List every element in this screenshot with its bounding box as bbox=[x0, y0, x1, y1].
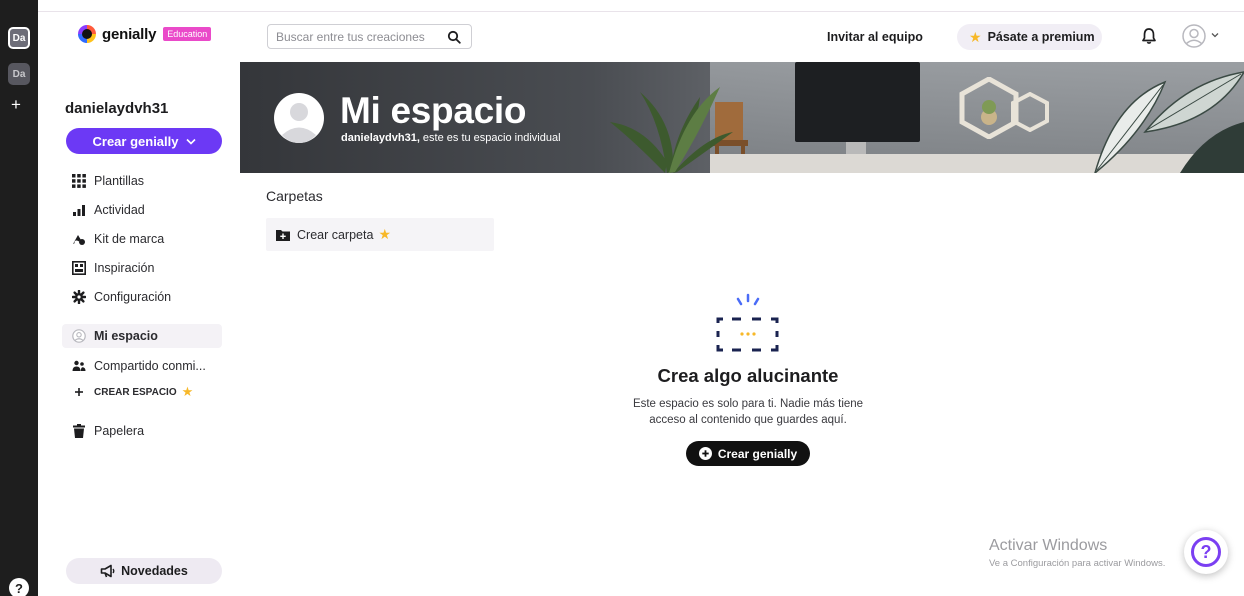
sidebar-item-create-space[interactable]: CREAR ESPACIO ★ bbox=[72, 384, 193, 400]
bell-icon[interactable] bbox=[1141, 27, 1157, 45]
sidebar-item-inspiration[interactable]: Inspiración bbox=[72, 261, 154, 275]
inspiration-icon bbox=[72, 261, 86, 275]
create-genially-label: Crear genially bbox=[92, 133, 179, 149]
sidebar-item-my-space[interactable]: Mi espacio bbox=[62, 324, 222, 348]
empty-state-title: Crea algo alucinante bbox=[657, 365, 839, 386]
sidebar-item-label: Kit de marca bbox=[94, 232, 165, 246]
top-bar: genially Education Buscar entre tus crea… bbox=[38, 12, 1244, 62]
star-icon: ★ bbox=[969, 28, 982, 45]
people-icon bbox=[72, 359, 86, 373]
page-subtitle: danielaydvh31, este es tu espacio indivi… bbox=[341, 132, 561, 144]
bar-chart-icon bbox=[72, 203, 86, 217]
create-genially-main-label: Crear genially bbox=[717, 446, 798, 461]
sidebar-item-settings[interactable]: Configuración bbox=[72, 290, 171, 304]
create-folder-label: Crear carpeta bbox=[297, 227, 374, 242]
premium-label: Pásate a premium bbox=[987, 30, 1095, 44]
sidebar-item-label: Configuración bbox=[94, 290, 172, 304]
search-input[interactable]: Buscar entre tus creaciones bbox=[276, 30, 447, 44]
plus-icon bbox=[72, 385, 86, 399]
sidebar-item-trash[interactable]: Papelera bbox=[72, 424, 144, 438]
search-icon[interactable] bbox=[447, 30, 461, 44]
news-button[interactable]: Novedades bbox=[66, 558, 222, 584]
genially-logo[interactable]: genially Education bbox=[78, 25, 212, 43]
windows-activation-watermark: Activar Windows Ve a Configuración para … bbox=[989, 537, 1165, 569]
sidebar-username: danielaydvh31 bbox=[65, 100, 169, 117]
folders-heading: Carpetas bbox=[266, 188, 323, 204]
empty-state-line: acceso al contenido que guardes aquí. bbox=[649, 414, 847, 426]
app-window: Da Da + ? genially Education Buscar entr… bbox=[0, 0, 1244, 596]
monitor-illustration bbox=[795, 62, 920, 142]
logo-text: genially bbox=[102, 25, 157, 43]
watermark-line1: Activar Windows bbox=[989, 537, 1108, 554]
premium-button[interactable]: ★ Pásate a premium bbox=[957, 24, 1102, 50]
hexagon-shelf-illustration bbox=[1011, 92, 1049, 132]
sidebar-item-shared[interactable]: Compartido conmi... bbox=[72, 359, 206, 373]
watermark-line2: Ve a Configuración para activar Windows. bbox=[989, 558, 1166, 569]
sidebar: danielaydvh31 Crear genially Plantillas … bbox=[38, 62, 240, 596]
create-folder-button[interactable]: Crear carpeta ★ bbox=[266, 218, 494, 251]
sidebar-item-templates[interactable]: Plantillas bbox=[72, 174, 144, 188]
empty-state-line: Este espacio es solo para ti. Nadie más … bbox=[632, 398, 864, 410]
trash-icon bbox=[72, 424, 86, 438]
education-badge: Education bbox=[163, 27, 212, 41]
empty-state-icon bbox=[716, 293, 779, 352]
news-label: Novedades bbox=[121, 564, 188, 578]
workspace-rail: Da Da + ? bbox=[0, 0, 38, 596]
star-icon: ★ bbox=[378, 226, 391, 242]
workspace-avatar-active[interactable]: Da bbox=[8, 27, 30, 49]
grid-icon bbox=[72, 174, 86, 188]
folder-plus-icon bbox=[276, 229, 290, 241]
space-banner: Mi espacio danielaydvh31, este es tu esp… bbox=[240, 62, 1244, 173]
sidebar-item-label: Papelera bbox=[94, 424, 145, 438]
monitor-stand bbox=[846, 142, 866, 154]
user-avatar-icon[interactable] bbox=[1182, 24, 1206, 48]
sidebar-item-label: Actividad bbox=[94, 203, 145, 217]
sidebar-item-brand-kit[interactable]: Kit de marca bbox=[72, 232, 164, 246]
question-icon: ? bbox=[1191, 537, 1221, 567]
subtitle-text: este es tu espacio individual bbox=[419, 132, 561, 144]
brand-kit-icon bbox=[72, 232, 86, 246]
create-genially-button[interactable]: Crear genially bbox=[66, 128, 222, 154]
user-circle-icon bbox=[72, 329, 86, 343]
empty-state-text: Este espacio es solo para ti. Nadie más … bbox=[600, 396, 896, 428]
search-box[interactable]: Buscar entre tus creaciones bbox=[267, 24, 472, 49]
sidebar-item-label: Compartido conmi... bbox=[94, 359, 206, 373]
sidebar-item-label: Plantillas bbox=[94, 174, 145, 188]
star-icon: ★ bbox=[181, 384, 194, 399]
help-icon[interactable]: ? bbox=[9, 578, 29, 596]
chevron-down-icon bbox=[185, 138, 196, 145]
invite-team-link[interactable]: Invitar al equipo bbox=[827, 30, 923, 44]
space-avatar-icon bbox=[274, 93, 324, 143]
chevron-down-icon[interactable] bbox=[1211, 32, 1219, 38]
leaves-illustration bbox=[1094, 71, 1244, 173]
sidebar-item-label: Mi espacio bbox=[94, 329, 158, 343]
genially-logo-icon bbox=[78, 25, 96, 43]
sidebar-item-label: CREAR ESPACIO bbox=[94, 386, 177, 398]
sidebar-item-label: Inspiración bbox=[94, 261, 155, 275]
help-button[interactable]: ? bbox=[1184, 530, 1228, 574]
megaphone-icon bbox=[100, 564, 115, 578]
workspace-avatar[interactable]: Da bbox=[8, 63, 30, 85]
sidebar-item-activity[interactable]: Actividad bbox=[72, 203, 145, 217]
page-title: Mi espacio bbox=[340, 90, 527, 131]
create-genially-main-button[interactable]: Crear genially bbox=[686, 441, 810, 466]
subtitle-username: danielaydvh31, bbox=[341, 132, 420, 144]
add-workspace-button[interactable]: + bbox=[11, 96, 21, 113]
gear-icon bbox=[72, 290, 86, 304]
plus-circle-icon bbox=[698, 447, 712, 460]
